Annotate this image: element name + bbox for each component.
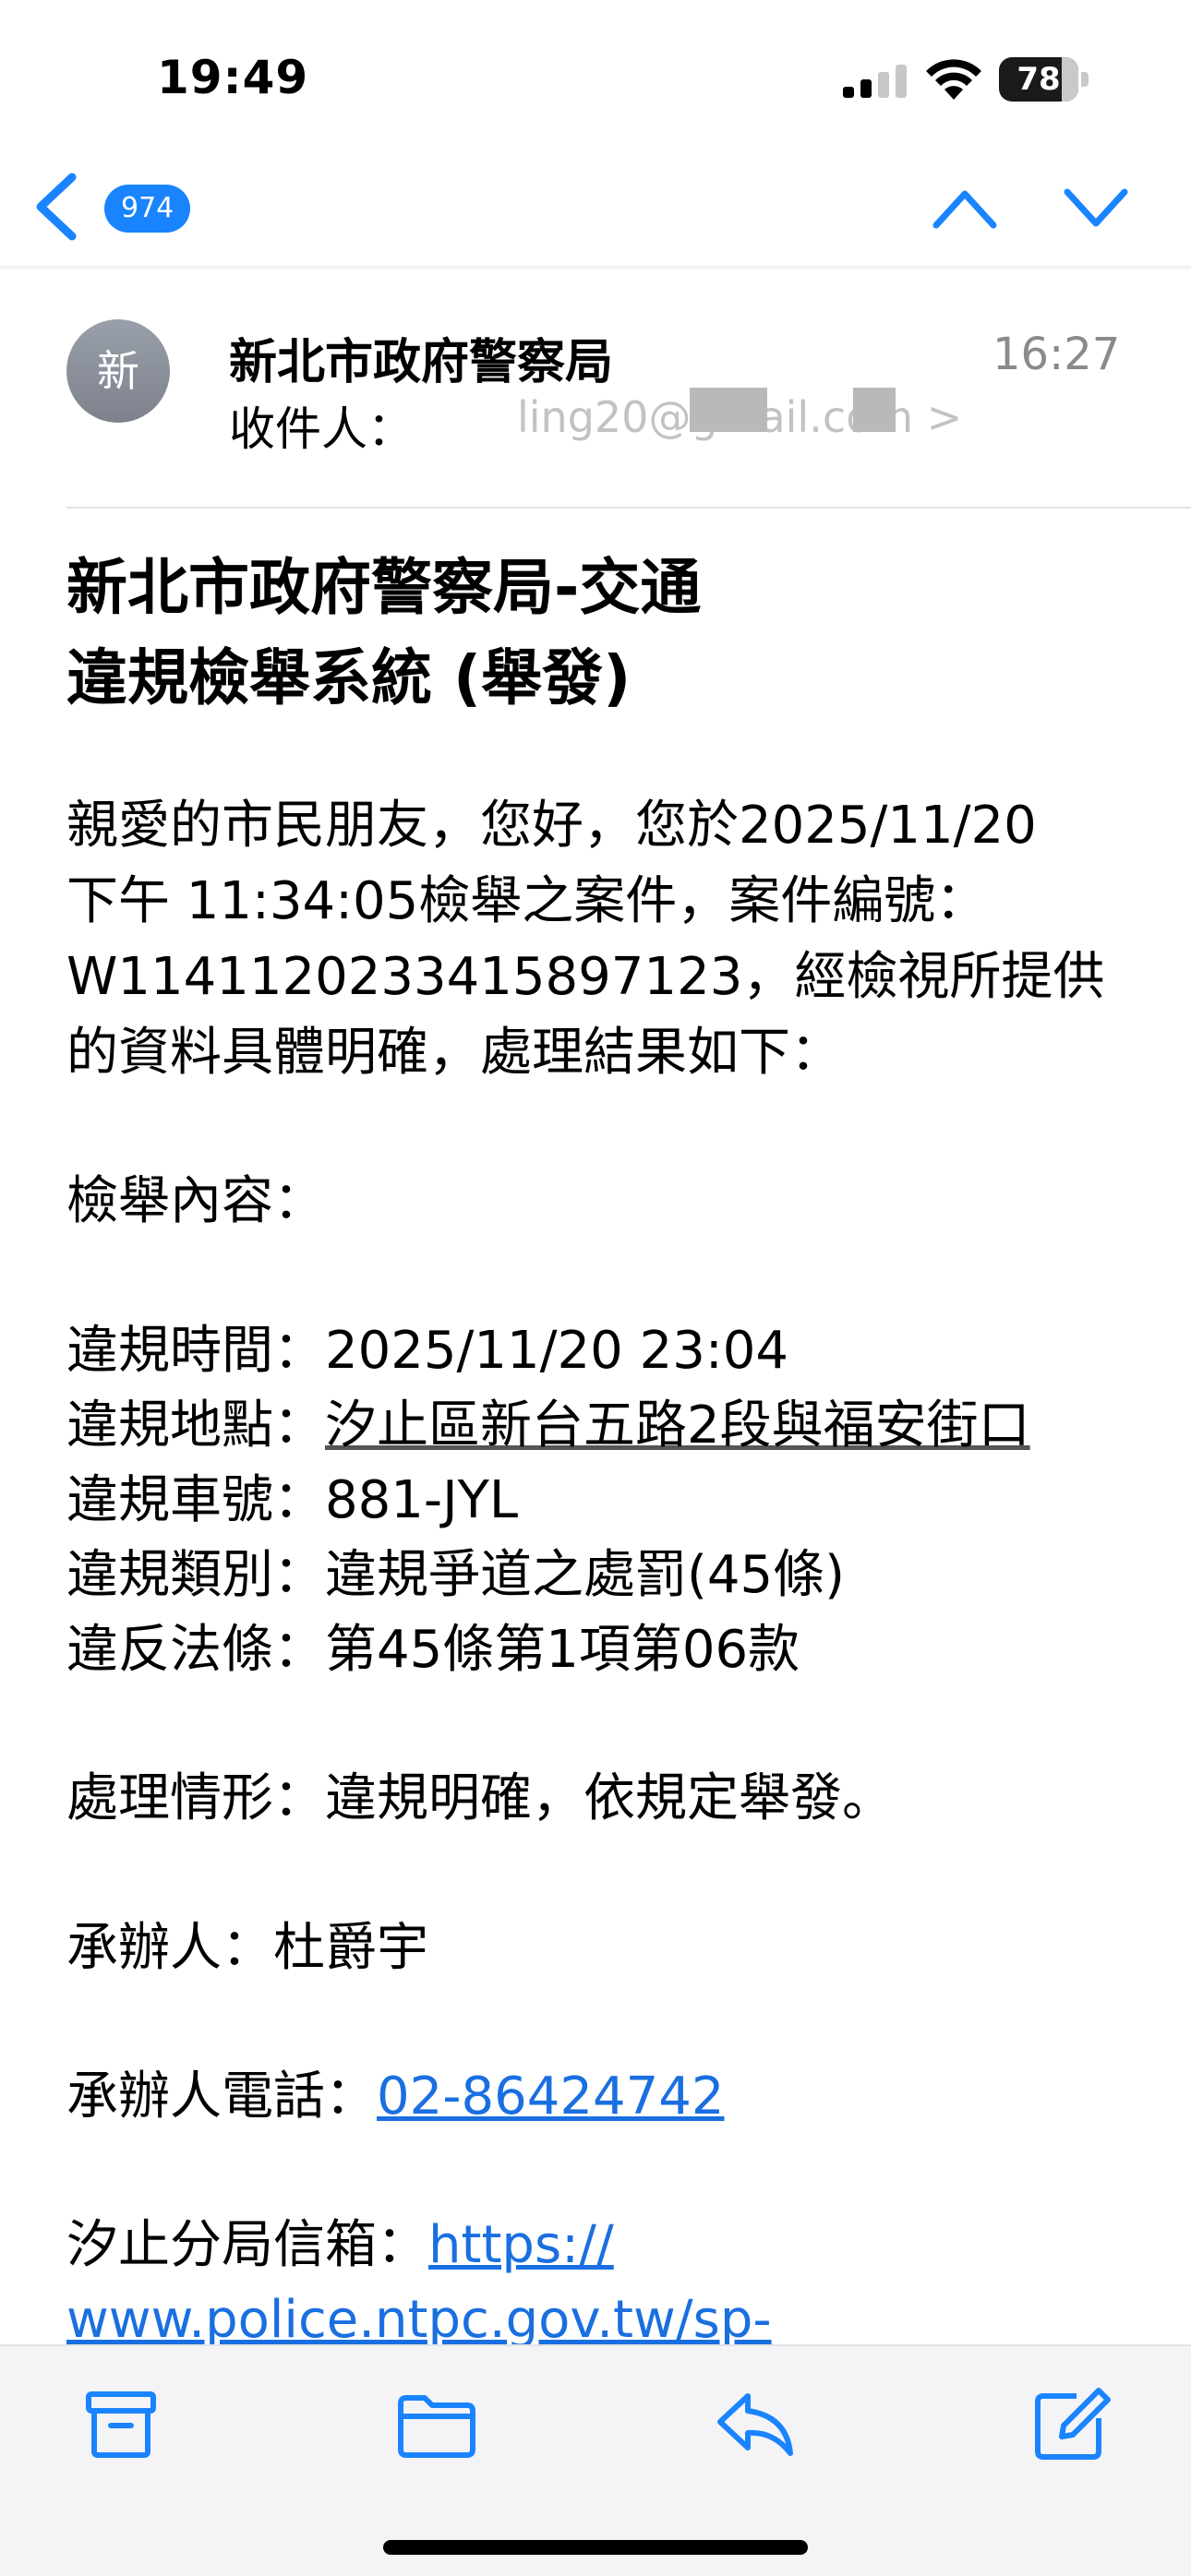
body-paragraph-line: 親愛的市民朋友，您好，您於2025/11/20: [66, 796, 1037, 856]
compose-icon[interactable]: [1030, 2385, 1113, 2462]
redaction-block: [853, 388, 896, 432]
report-content-label: 檢舉內容：: [66, 1171, 325, 1231]
violation-time-row: 違規時間：2025/11/20 23:04: [66, 1319, 788, 1384]
email-subject: 新北市政府警察局-交通 違規檢舉系統 (舉發): [66, 543, 1128, 724]
battery-level: 78: [1017, 61, 1061, 98]
handler-row: 承辦人：杜爵宇: [66, 1916, 428, 1981]
sender-name[interactable]: 新北市政府警察局: [229, 323, 613, 392]
violation-plate-row: 違規車號：881-JYL: [66, 1468, 518, 1533]
violation-category-row: 違規類別：違規爭道之處罰(45條): [66, 1543, 845, 1608]
battery-icon: 78: [999, 57, 1089, 102]
cellular-signal-icon: [843, 65, 907, 98]
header-divider: [66, 507, 1191, 509]
sender-avatar[interactable]: 新: [66, 319, 170, 423]
mailbox-row: 汐止分局信箱：https://: [66, 2213, 614, 2278]
violation-plate-label: 違規車號：: [66, 1470, 325, 1530]
handler-name: 杜爵宇: [273, 1918, 428, 1978]
subject-line-2: 違規檢舉系統 (舉發): [66, 642, 632, 713]
unread-count-badge[interactable]: 974: [104, 185, 191, 233]
wifi-icon: [926, 59, 981, 100]
subject-line-1: 新北市政府警察局-交通: [66, 552, 702, 623]
header-shadow: [0, 266, 1191, 271]
violation-location-row: 違規地點：汐止區新台五路2段與福安街口: [66, 1394, 1030, 1458]
handler-phone-link[interactable]: 02-86424742: [377, 2067, 725, 2127]
violation-location-value[interactable]: 汐止區新台五路2段與福安街口: [325, 1396, 1030, 1456]
mailbox-link[interactable]: https://: [428, 2215, 614, 2275]
violation-category-value: 違規爭道之處罰(45條): [325, 1545, 845, 1605]
body-paragraph-line: 的資料具體明確，處理結果如下：: [66, 1023, 842, 1083]
handler-label: 承辦人：: [66, 1918, 273, 1978]
handler-phone-row: 承辦人電話：02-86424742: [66, 2065, 725, 2129]
violated-law-label: 違反法條：: [66, 1620, 325, 1680]
next-message-icon[interactable]: [1062, 185, 1130, 231]
violated-law-value: 第45條第1項第06款: [325, 1620, 800, 1680]
body-paragraph-line: W114112023341589712​3，經檢視所提供: [66, 947, 1105, 1007]
recipient-label: 收件人：: [229, 402, 414, 456]
processing-status-row: 處理情形：違規明確，依規定舉發。: [66, 1767, 894, 1831]
folder-icon[interactable]: [395, 2385, 478, 2462]
mailbox-link-continued[interactable]: www.police.ntpc.gov.tw/sp-: [66, 2288, 772, 2353]
status-time: 19:49: [157, 51, 309, 104]
body-paragraph-line: 下午 11:34:05檢舉之案件，案件編號：: [66, 871, 988, 931]
violation-time-value: 2025/11/20 23:04: [325, 1321, 788, 1381]
previous-message-icon[interactable]: [931, 185, 999, 231]
violation-category-label: 違規類別：: [66, 1545, 325, 1605]
mail-nav-bar: 974: [0, 148, 1191, 268]
processing-status-value: 違規明確，依規定舉發。: [325, 1768, 894, 1828]
violation-location-label: 違規地點：: [66, 1396, 325, 1456]
redaction-block: [690, 388, 767, 432]
home-indicator[interactable]: [383, 2540, 808, 2555]
back-chevron-icon[interactable]: [33, 172, 79, 242]
archive-icon[interactable]: [79, 2385, 162, 2462]
received-time: 16:27: [992, 329, 1121, 380]
processing-status-label: 處理情形：: [66, 1768, 325, 1828]
violation-time-label: 違規時間：: [66, 1321, 325, 1381]
violated-law-row: 違反法條：第45條第1項第06款: [66, 1618, 800, 1683]
reply-icon[interactable]: [713, 2385, 796, 2462]
violation-plate-value: 881-JYL: [325, 1470, 519, 1530]
handler-phone-label: 承辦人電話：: [66, 2067, 377, 2127]
mailbox-label: 汐止分局信箱：: [66, 2215, 428, 2275]
